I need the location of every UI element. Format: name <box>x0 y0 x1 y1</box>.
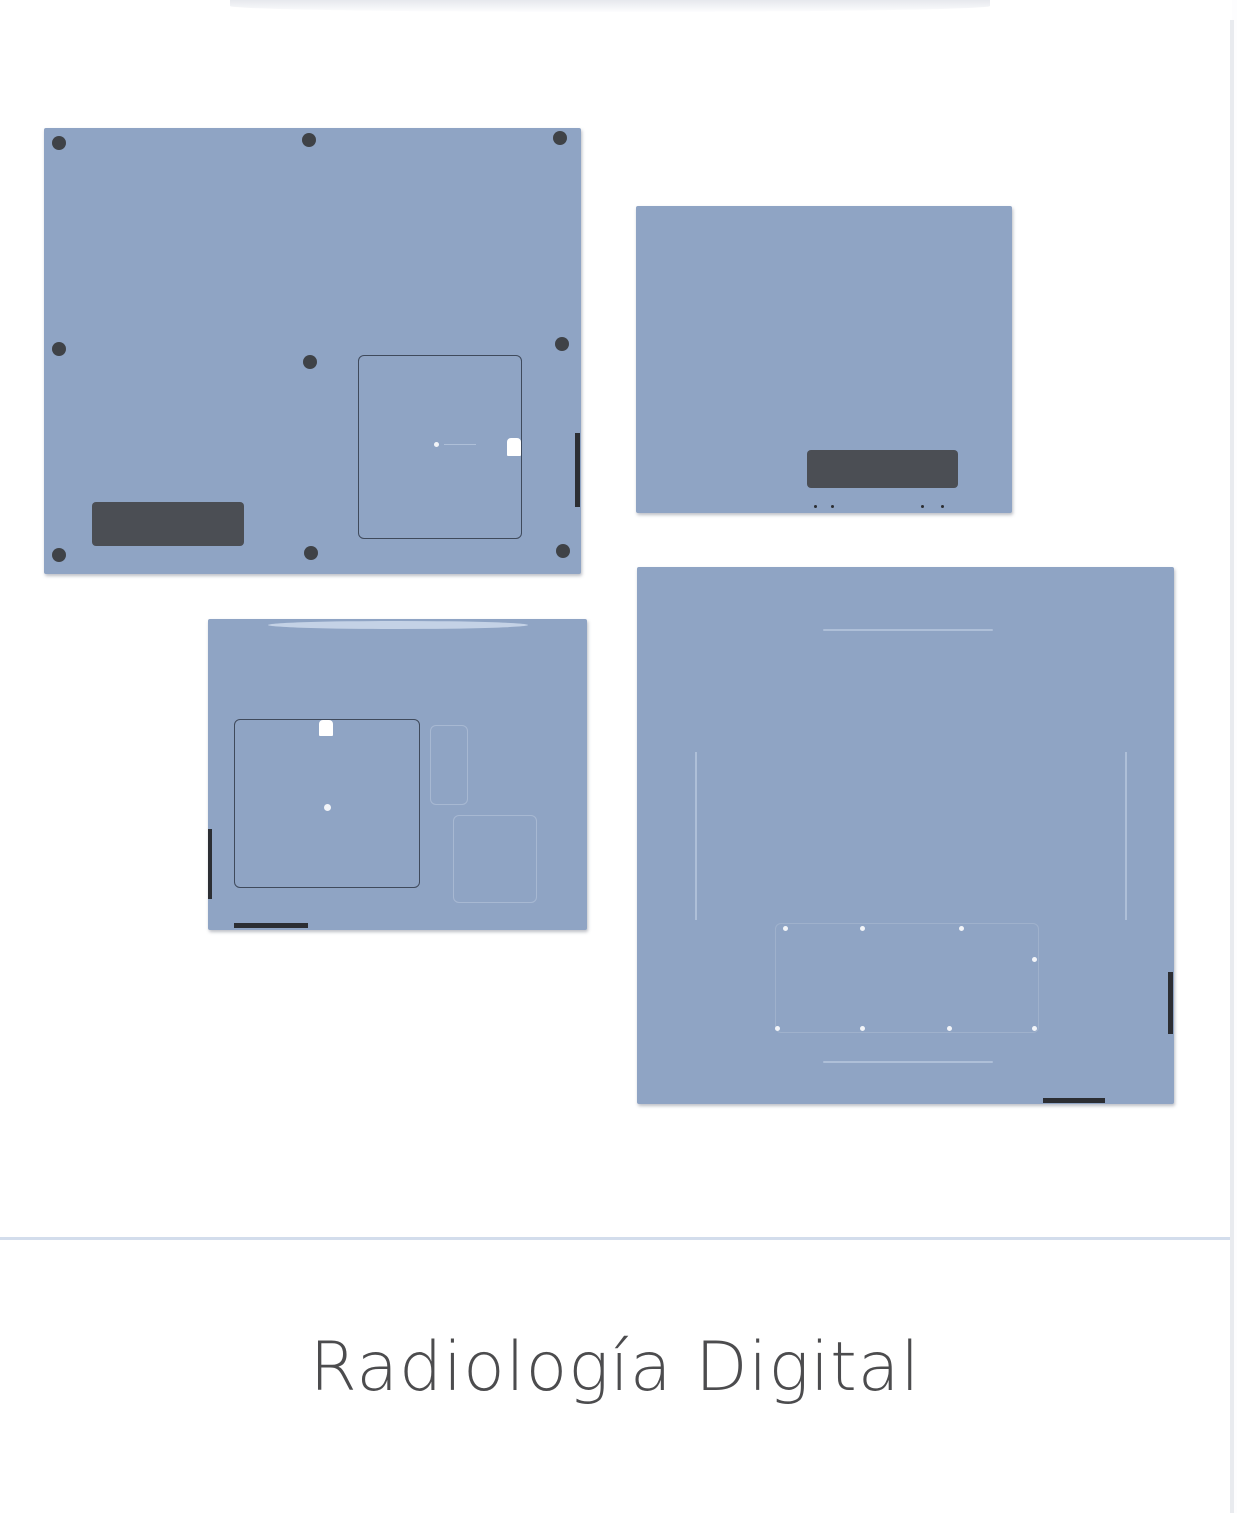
screw-dot <box>1032 957 1037 962</box>
bottom-port <box>921 505 924 508</box>
vent-line <box>444 444 476 445</box>
latch-tab <box>319 720 333 736</box>
bottom-port <box>831 505 834 508</box>
rear-plate-outline <box>775 923 1039 1033</box>
indicator-dot <box>434 442 439 447</box>
battery-door <box>358 355 522 539</box>
screw-dot <box>52 136 66 150</box>
product-image[interactable] <box>0 20 1230 1235</box>
screw-dot <box>947 1026 952 1031</box>
bottom-port <box>234 923 308 928</box>
label-plate <box>92 502 244 546</box>
handle-groove <box>823 629 993 631</box>
label-plate <box>807 450 958 488</box>
detector-panel-angled <box>208 619 587 930</box>
screw-dot <box>52 342 66 356</box>
product-caption[interactable]: Radiología Digital <box>0 1328 1230 1407</box>
handle-groove <box>823 1061 993 1063</box>
detector-panel-back-large <box>44 128 581 574</box>
screw-dot <box>52 548 66 562</box>
battery-door <box>234 719 420 888</box>
screw-dot <box>959 926 964 931</box>
side-connector <box>575 433 580 507</box>
bottom-port <box>941 505 944 508</box>
top-shadow <box>230 0 990 12</box>
screw-dot <box>775 1026 780 1031</box>
recess-outline <box>430 725 468 805</box>
latch-tab <box>507 438 521 456</box>
bottom-port <box>1043 1098 1105 1103</box>
side-groove <box>695 752 697 920</box>
detector-panel-square <box>637 567 1174 1104</box>
screw-dot <box>860 1026 865 1031</box>
screw-dot <box>303 355 317 369</box>
screw-dot <box>304 546 318 560</box>
recess-outline <box>453 815 537 903</box>
card-edge <box>1230 20 1234 1513</box>
screw-dot <box>302 133 316 147</box>
side-groove <box>1125 752 1127 920</box>
screw-dot <box>783 926 788 931</box>
top-highlight <box>268 621 528 629</box>
caption-divider <box>0 1237 1230 1240</box>
indicator-dot <box>324 804 331 811</box>
side-connector <box>208 829 212 899</box>
screw-dot <box>553 131 567 145</box>
side-connector <box>1168 972 1173 1034</box>
screw-dot <box>1032 1026 1037 1031</box>
screw-dot <box>556 544 570 558</box>
screw-dot <box>555 337 569 351</box>
bottom-port <box>814 505 817 508</box>
screw-dot <box>860 926 865 931</box>
product-card[interactable]: Radiología Digital <box>0 0 1234 1513</box>
detector-panel-compact <box>636 206 1012 513</box>
